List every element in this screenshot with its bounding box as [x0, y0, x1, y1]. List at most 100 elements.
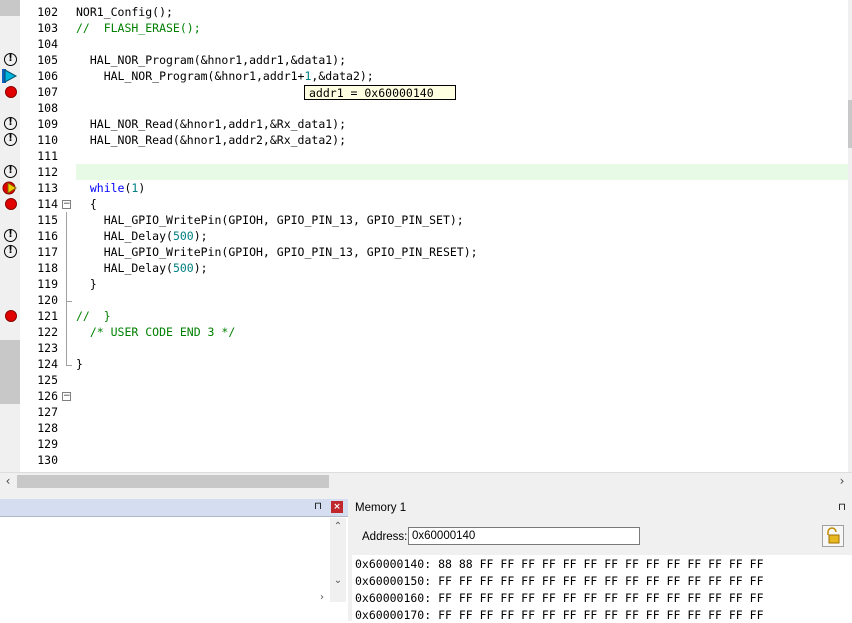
editor-vertical-scroll-thumb[interactable] [848, 100, 852, 148]
code-line[interactable]: 103 // FLASH_ERASE(); [0, 20, 852, 36]
code-line[interactable]: 127 [0, 404, 852, 420]
code-line[interactable]: ! 112 [0, 164, 852, 180]
horizontal-scroll-thumb[interactable] [17, 475, 329, 488]
scroll-left-icon[interactable]: ‹ [0, 473, 16, 490]
breakpoint-icon[interactable] [2, 308, 17, 322]
code-line[interactable]: 123 [0, 340, 852, 356]
code-line[interactable]: 102 NOR1_Config(); [0, 4, 852, 20]
line-number: 105 [37, 53, 58, 67]
line-number: 114 [37, 197, 58, 211]
code-line[interactable]: ! 110 HAL_NOR_Read(&hnor1,addr2,&Rx_data2… [0, 132, 852, 148]
warning-icon[interactable]: ! [2, 52, 17, 66]
breakpoint-execution-icon[interactable] [2, 180, 17, 195]
warning-icon[interactable]: ! [2, 164, 17, 178]
breakpoint-icon[interactable] [2, 84, 17, 98]
memory-row: 0x60000150: FF FF FF FF FF FF FF FF FF F… [355, 574, 764, 588]
fold-end-marker [66, 356, 72, 366]
code-line[interactable]: 115 HAL_GPIO_WritePin(GPIOH, GPIO_PIN_13… [0, 212, 852, 228]
line-number: 120 [37, 293, 58, 307]
editor-vertical-scrollbar[interactable] [848, 0, 852, 472]
code-editor[interactable]: 102 NOR1_Config(); 103 // FLASH_ERASE(); 104… [0, 0, 852, 472]
code-line[interactable]: 125 [0, 372, 852, 388]
warning-icon[interactable]: ! [2, 132, 17, 146]
code-text: HAL_Delay(500); [76, 261, 208, 275]
line-number: 113 [37, 181, 58, 195]
code-line[interactable]: 119 } [0, 276, 852, 292]
memory-pane-header: Memory 1 ⊓ [352, 499, 852, 517]
line-number: 127 [37, 405, 58, 419]
code-line[interactable]: 128 [0, 420, 852, 436]
code-line[interactable]: 120 [0, 292, 852, 308]
line-number: 116 [37, 229, 58, 243]
close-icon[interactable]: × [331, 501, 343, 513]
address-label: Address: [362, 531, 408, 543]
code-text: /* USER CODE END 3 */ [76, 325, 236, 339]
code-text: HAL_NOR_Program(&hnor1,addr1+1,&data2); [76, 69, 374, 83]
code-line[interactable]: 122 /* USER CODE END 3 */ [0, 324, 852, 340]
output-pane-header: ⊓ × [0, 499, 348, 517]
memory-row: 0x60000140: 88 88 FF FF FF FF FF FF FF F… [355, 557, 764, 571]
fold-collapse-icon[interactable]: − [62, 392, 71, 401]
line-number: 130 [37, 453, 58, 467]
editor-horizontal-scrollbar[interactable]: ‹ › [0, 472, 852, 490]
code-line[interactable]: ! 109 HAL_NOR_Read(&hnor1,addr1,&Rx_data1… [0, 116, 852, 132]
code-line[interactable]: ! 105 HAL_NOR_Program(&hnor1,addr1,&data1… [0, 52, 852, 68]
code-text: } [76, 277, 97, 291]
code-line[interactable]: 113 while(1) [0, 180, 852, 196]
code-line[interactable]: 108 [0, 100, 852, 116]
line-number: 119 [37, 277, 58, 291]
code-text: HAL_NOR_Read(&hnor1,addr2,&Rx_data2); [76, 133, 347, 147]
code-line[interactable]: ! 117 HAL_GPIO_WritePin(GPIOH, GPIO_PIN_1… [0, 244, 852, 260]
code-line[interactable]: 111 [0, 148, 852, 164]
warning-icon[interactable]: ! [2, 228, 17, 242]
line-number: 129 [37, 437, 58, 451]
code-text: } [76, 357, 83, 371]
code-text: { [76, 197, 97, 211]
line-number: 115 [37, 213, 58, 227]
line-number: 108 [37, 101, 58, 115]
code-line[interactable]: 130 [0, 452, 852, 468]
scroll-down-icon[interactable]: ⌄ [330, 574, 346, 588]
code-line[interactable]: 114− { [0, 196, 852, 212]
line-number: 117 [37, 245, 58, 259]
line-number: 111 [37, 149, 58, 163]
scroll-right-icon[interactable]: › [834, 473, 850, 490]
pin-icon[interactable]: ⊓ [312, 501, 324, 513]
code-text: HAL_Delay(500); [76, 229, 208, 243]
code-line[interactable]: ! 116 HAL_Delay(500); [0, 228, 852, 244]
line-number: 126 [37, 389, 58, 403]
current-line-arrow-icon[interactable] [2, 68, 18, 83]
code-text: // FLASH_ERASE(); [76, 21, 201, 35]
pane-splitter[interactable] [0, 489, 852, 499]
code-text: while(1) [89, 181, 146, 195]
line-number: 123 [37, 341, 58, 355]
pin-icon[interactable]: ⊓ [836, 502, 848, 514]
fold-collapse-icon[interactable]: − [62, 200, 71, 209]
output-vertical-scrollbar[interactable]: ⌃ ⌄ [330, 518, 346, 602]
line-number: 103 [37, 21, 58, 35]
lock-icon[interactable] [822, 525, 844, 547]
line-number: 118 [37, 261, 58, 275]
code-text: NOR1_Config(); [76, 5, 173, 19]
scroll-up-icon[interactable]: ⌃ [330, 520, 346, 534]
code-line[interactable]: 106 HAL_NOR_Program(&hnor1,addr1+1,&data… [0, 68, 852, 84]
code-line[interactable]: 118 HAL_Delay(500); [0, 260, 852, 276]
breakpoint-icon[interactable] [2, 196, 17, 210]
line-number: 121 [37, 309, 58, 323]
line-number: 128 [37, 421, 58, 435]
line-number: 122 [37, 325, 58, 339]
code-line[interactable]: 126− [0, 388, 852, 404]
code-text: HAL_GPIO_WritePin(GPIOH, GPIO_PIN_13, GP… [76, 245, 478, 259]
warning-icon[interactable]: ! [2, 244, 17, 258]
scroll-right-icon[interactable]: › [314, 591, 330, 605]
memory-row: 0x60000160: FF FF FF FF FF FF FF FF FF F… [355, 591, 764, 605]
code-line[interactable]: 129 [0, 436, 852, 452]
line-number: 102 [37, 5, 58, 19]
warning-icon[interactable]: ! [2, 116, 17, 130]
code-line[interactable]: 121 // } [0, 308, 852, 324]
line-number: 106 [37, 69, 58, 83]
address-input[interactable]: 0x60000140 [408, 527, 640, 545]
code-text: HAL_NOR_Read(&hnor1,addr1,&Rx_data1); [76, 117, 347, 131]
code-line[interactable]: 104 [0, 36, 852, 52]
code-line[interactable]: 124} [0, 356, 852, 372]
